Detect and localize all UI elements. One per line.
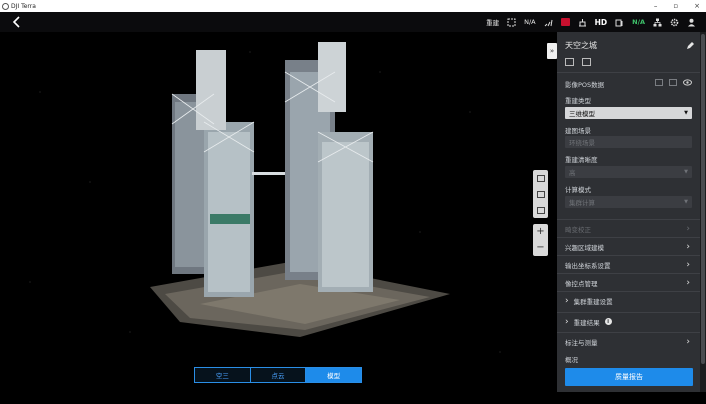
rebuild-type-value: 三维模型: [569, 110, 595, 118]
back-icon[interactable]: [10, 15, 24, 29]
annotate-measure-label: 标注与测量: [565, 338, 598, 347]
chevron-right-icon: ›: [686, 241, 690, 252]
view-mode-tabs: 空三 点云 模型: [194, 367, 362, 383]
rebuild-results-row[interactable]: › 重建结果 i: [557, 312, 700, 330]
network-icon[interactable]: [653, 18, 662, 27]
rtk-icon: [507, 18, 516, 26]
maximize-button[interactable]: ▫: [673, 2, 678, 10]
app-toolbar: 重建 N/A HD N/A: [0, 12, 706, 32]
chevron-right-icon: ›: [686, 223, 690, 234]
output-crs-row[interactable]: 输出坐标系设置 ›: [557, 255, 700, 273]
image-icon[interactable]: [565, 58, 574, 66]
cube-icon[interactable]: [536, 190, 545, 198]
scene-select: 环绕场景: [565, 136, 692, 148]
panel-collapse-button[interactable]: »: [547, 43, 557, 59]
layer-icon[interactable]: [536, 174, 545, 182]
divider: [557, 72, 700, 73]
antenna-icon: [578, 18, 586, 26]
tab-model[interactable]: 模型: [306, 368, 362, 382]
compute-mode-select: 集群计算 ▼: [565, 196, 692, 208]
folder-icon[interactable]: [582, 58, 591, 66]
remote-icon: [615, 19, 623, 26]
zoom-in-button[interactable]: +: [536, 227, 544, 237]
status-area: 重建 N/A HD N/A: [486, 12, 696, 32]
tab-point-cloud[interactable]: 点云: [250, 368, 307, 382]
cluster-settings-row[interactable]: › 集群重建设置: [557, 291, 700, 309]
panel-header: 天空之城: [565, 39, 695, 51]
roi-modeling-row[interactable]: 兴趣区域建模 ›: [557, 237, 700, 255]
resolution-label: 重建清晰度: [565, 156, 598, 164]
zoom-tools: + −: [533, 224, 548, 256]
edit-icon[interactable]: [686, 41, 695, 50]
mission-title: 天空之城: [565, 40, 597, 50]
info-icon[interactable]: i: [604, 318, 612, 325]
distortion-correction-row: 畸变校正 ›: [557, 219, 700, 237]
chevron-right-icon: ›: [686, 277, 690, 288]
gear-icon[interactable]: [670, 18, 679, 27]
rebuild-type-select[interactable]: 三维模型 ▼: [565, 107, 692, 119]
import-icon[interactable]: [669, 79, 677, 86]
rebuild-type-label: 重建类型: [565, 97, 591, 105]
chevron-right-icon: ›: [565, 316, 569, 327]
building-model: [150, 42, 450, 337]
gcp-management-label: 像控点管理: [565, 279, 598, 288]
model-viewport[interactable]: [0, 32, 556, 404]
battery-red-icon: [560, 18, 570, 26]
output-crs-label: 输出坐标系设置: [565, 261, 611, 270]
user-icon[interactable]: [687, 18, 696, 27]
minimize-button[interactable]: –: [654, 2, 658, 10]
rebuild-results-label: 重建结果: [573, 318, 600, 327]
view-tools: [533, 170, 548, 218]
mission-panel: 天空之城 影像POS数据 重建类型 三维模型 ▼ 建图场景 环绕场景 重建清晰度…: [557, 32, 700, 392]
chevron-right-icon: ›: [565, 295, 569, 306]
window-controls: – ▫ ×: [654, 0, 700, 12]
window-titlebar: DJI Terra – ▫ ×: [0, 0, 706, 12]
scrollbar-thumb[interactable]: [701, 34, 705, 364]
pos-data-label: 影像POS数据: [565, 81, 605, 89]
overview-label: 概况: [565, 356, 578, 364]
compute-mode-label: 计算模式: [565, 186, 591, 194]
cube-view-icon[interactable]: [536, 206, 545, 214]
scene-value: 环绕场景: [569, 139, 595, 147]
pos-data-actions: [655, 79, 692, 86]
caret-down-icon: ▼: [684, 169, 688, 175]
gcp-management-row[interactable]: 像控点管理 ›: [557, 273, 700, 291]
resolution-value: 高: [569, 169, 576, 177]
tab-aerotriangulation[interactable]: 空三: [195, 368, 251, 382]
annotate-measure-row[interactable]: 标注与测量 ›: [557, 332, 700, 350]
signal-icon: [544, 19, 553, 26]
app-logo-icon: [2, 2, 9, 10]
folder-open-icon[interactable]: [655, 79, 663, 86]
chevron-right-icon: ›: [686, 259, 690, 270]
resolution-select: 高 ▼: [565, 166, 692, 178]
roi-modeling-label: 兴趣区域建模: [565, 243, 604, 252]
rtk-status: N/A: [524, 18, 536, 26]
remote-status: N/A: [632, 18, 645, 26]
close-button[interactable]: ×: [694, 2, 700, 10]
panel-tool-icons: [565, 58, 591, 66]
caret-down-icon: ▼: [684, 110, 688, 116]
eye-icon[interactable]: [683, 79, 692, 86]
panel-scrollbar[interactable]: [700, 32, 706, 392]
zoom-out-button[interactable]: −: [536, 243, 544, 253]
window-title: DJI Terra: [11, 2, 36, 10]
cluster-settings-label: 集群重建设置: [573, 297, 613, 306]
caret-down-icon: ▼: [684, 199, 688, 205]
hd-label: HD: [594, 17, 608, 27]
chevron-right-icon: ›: [686, 336, 690, 347]
distortion-correction-label: 畸变校正: [565, 225, 591, 234]
quality-report-button[interactable]: 质量报告: [565, 368, 693, 386]
rebuild-status-label: 重建: [486, 19, 500, 27]
scene-label: 建图场景: [565, 127, 591, 135]
compute-mode-value: 集群计算: [569, 199, 595, 207]
